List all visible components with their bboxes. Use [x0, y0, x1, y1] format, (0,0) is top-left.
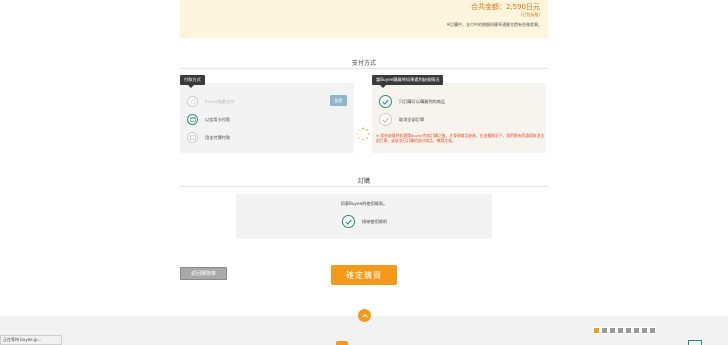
toolbar-item[interactable] [625, 327, 632, 334]
language-toolbar [593, 327, 656, 334]
payment-section-title: 支付方式 [351, 60, 376, 67]
order-divider [180, 186, 548, 187]
terms-text: 同意Buyee的使用條款。 [340, 201, 388, 206]
loading-spinner-icon [356, 127, 370, 141]
payment-option-label: 用支付寶付款 [205, 134, 231, 140]
back-to-cart-button[interactable]: 返回購物車 [180, 267, 227, 280]
confirm-purchase-button[interactable]: 確定購買 [331, 265, 397, 285]
wallet-icon [187, 132, 198, 143]
payment-option-credit-card[interactable]: 以信用卡付款 [187, 114, 230, 125]
terms-agree-checkbox[interactable]: 接納使用條約 [342, 215, 387, 228]
stock-option-tooltip: 當Buyee購買時如果遇到缺貨情況 [372, 75, 444, 88]
stock-option-partial[interactable]: 只訂購可以購買到的商品 [379, 95, 445, 108]
chevron-up-icon [361, 313, 368, 318]
footer-logo [336, 341, 348, 345]
toolbar-item[interactable] [633, 327, 640, 334]
stock-option-cancel[interactable]: 取消全部訂單 [379, 113, 424, 126]
toolbar-item[interactable] [617, 327, 624, 334]
total-amount: 合共金額：2,590日元 [470, 3, 540, 11]
payment-option-alipay[interactable]: 用支付寶付款 [187, 132, 230, 143]
browser-status-bar: 正在等待 buyee.jp... [0, 335, 62, 345]
payment-option-label: buyee點數支付 [205, 98, 235, 104]
currency-note: ※訂購中，支付中的總額與匯率通匯兌價有些微差異。 [446, 22, 542, 27]
order-summary: 合共金額：2,590日元 (已包括稅) ※訂購中，支付中的總額與匯率通匯兌價有些… [180, 0, 548, 38]
stock-option-panel: 當Buyee購買時如果遇到缺貨情況 只訂購可以購買到的商品 取消全部訂單 ※ 如… [372, 75, 546, 153]
payment-method-panel: 付款方式 buyee點數支付 變更 以信用卡付款 用支付寶付款 [180, 75, 354, 153]
payment-method-tooltip: 付款方式 [180, 75, 205, 88]
apply-points-button[interactable]: 變更 [330, 95, 347, 106]
chat-widget-icon[interactable] [688, 340, 702, 345]
stock-option-label: 取消全部訂單 [399, 116, 425, 122]
stock-warning-text: ※ 如有缺貨時若選擇Buyee完成訂購之後，才發現商品缺貨，在這種情況下，我們將… [376, 133, 545, 143]
terms-panel: 同意Buyee的使用條款。 接納使用條約 [236, 194, 492, 239]
footer [0, 309, 728, 345]
credit-card-icon [187, 114, 198, 125]
toolbar-item[interactable] [609, 327, 616, 334]
toolbar-item[interactable] [641, 327, 648, 334]
points-icon [187, 96, 198, 107]
toolbar-item[interactable] [601, 327, 608, 334]
check-icon [379, 95, 392, 108]
order-section-title: 訂購 [357, 178, 370, 185]
tax-note: (已包括稅) [520, 12, 540, 17]
toolbar-item[interactable] [593, 327, 600, 334]
stock-option-label: 只訂購可以購買到的商品 [399, 98, 446, 104]
toolbar-item[interactable] [649, 327, 656, 334]
terms-agree-label: 接納使用條約 [362, 218, 388, 224]
payment-option-points[interactable]: buyee點數支付 [187, 96, 235, 107]
payment-divider [180, 68, 548, 69]
check-icon [342, 215, 355, 228]
payment-option-label: 以信用卡付款 [205, 116, 231, 122]
check-icon [379, 113, 392, 126]
scroll-to-top-button[interactable] [358, 309, 371, 322]
